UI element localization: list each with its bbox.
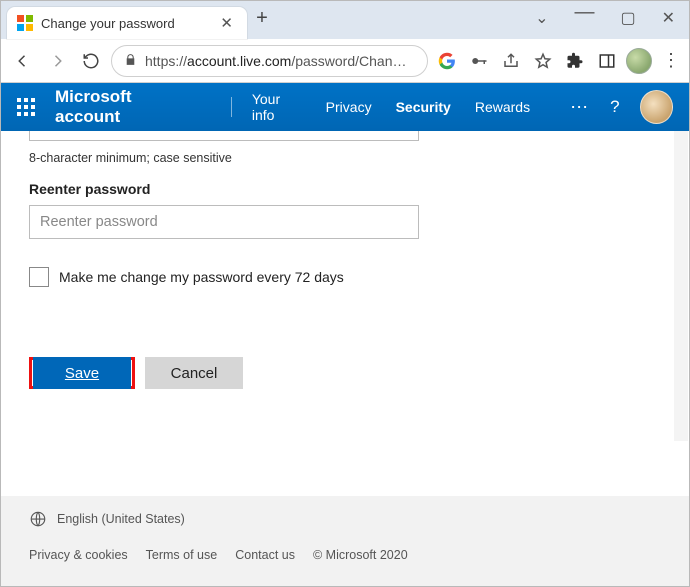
nav-rewards[interactable]: Rewards xyxy=(475,99,530,115)
profile-avatar-icon[interactable] xyxy=(626,48,652,74)
panel-icon[interactable] xyxy=(594,48,620,74)
scrollbar-track[interactable] xyxy=(674,131,688,441)
window-maximize-icon[interactable]: ▢ xyxy=(620,8,635,28)
forward-button[interactable] xyxy=(43,47,71,75)
password-hint: 8-character minimum; case sensitive xyxy=(29,151,661,165)
window-minimize-icon[interactable]: — xyxy=(574,1,594,24)
nav-more-icon[interactable]: ⋯ xyxy=(570,97,590,118)
browser-titlebar: Change your password ✕ + ⌄ — ▢ ✕ xyxy=(1,1,689,39)
extensions-icon[interactable] xyxy=(562,48,588,74)
account-avatar-icon[interactable] xyxy=(640,90,673,124)
footer-copyright: © Microsoft 2020 xyxy=(313,548,408,562)
ms-favicon-icon xyxy=(17,15,33,31)
address-bar[interactable]: https://account.live.com/password/Chan… xyxy=(111,45,428,77)
footer-privacy-link[interactable]: Privacy & cookies xyxy=(29,548,128,562)
tab-close-icon[interactable]: ✕ xyxy=(216,14,237,32)
reenter-password-label: Reenter password xyxy=(29,181,661,197)
save-button[interactable]: Save xyxy=(33,357,131,389)
nav-security[interactable]: Security xyxy=(396,99,451,115)
save-button-highlight: Save xyxy=(29,357,135,389)
bookmark-star-icon[interactable] xyxy=(530,48,556,74)
browser-menu-icon[interactable]: ⋮ xyxy=(658,50,681,71)
force-change-label: Make me change my password every 72 days xyxy=(59,269,344,285)
help-icon[interactable]: ? xyxy=(610,97,619,117)
nav-privacy[interactable]: Privacy xyxy=(326,99,372,115)
force-change-checkbox[interactable] xyxy=(29,267,49,287)
footer-terms-link[interactable]: Terms of use xyxy=(146,548,218,562)
share-icon[interactable] xyxy=(498,48,524,74)
globe-icon[interactable] xyxy=(29,510,47,528)
window-caret-icon[interactable]: ⌄ xyxy=(535,8,548,28)
tab-title: Change your password xyxy=(41,16,208,31)
nav-your-info[interactable]: Your info xyxy=(252,91,302,123)
key-icon[interactable] xyxy=(466,48,492,74)
nav-separator xyxy=(231,97,232,117)
browser-toolbar: https://account.live.com/password/Chan… … xyxy=(1,39,689,83)
footer-contact-link[interactable]: Contact us xyxy=(235,548,295,562)
reload-button[interactable] xyxy=(77,47,105,75)
browser-tab[interactable]: Change your password ✕ xyxy=(7,7,247,39)
site-nav: Microsoft account Your info Privacy Secu… xyxy=(1,83,689,131)
language-selector[interactable]: English (United States) xyxy=(57,512,185,526)
new-password-input-partial[interactable] xyxy=(29,131,419,141)
page-footer: English (United States) Privacy & cookie… xyxy=(1,496,689,586)
lock-icon xyxy=(124,53,137,69)
page-content: 8-character minimum; case sensitive Reen… xyxy=(1,131,689,496)
new-tab-button[interactable]: + xyxy=(247,7,277,34)
url-text: https://account.live.com/password/Chan… xyxy=(145,53,415,69)
window-close-icon[interactable]: ✕ xyxy=(662,8,675,28)
reenter-password-input[interactable] xyxy=(29,205,419,239)
site-brand[interactable]: Microsoft account xyxy=(55,87,211,127)
cancel-button[interactable]: Cancel xyxy=(145,357,243,389)
google-search-icon[interactable] xyxy=(434,48,460,74)
app-launcher-icon[interactable] xyxy=(17,98,35,116)
back-button[interactable] xyxy=(9,47,37,75)
